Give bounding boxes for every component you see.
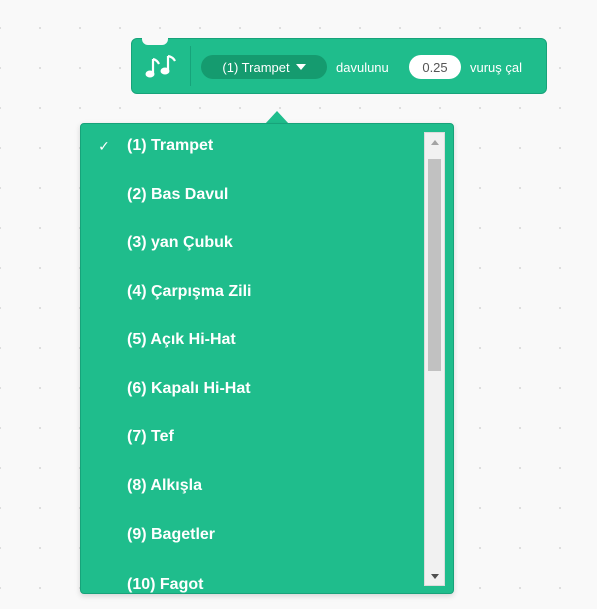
beats-input[interactable]: 0.25 bbox=[409, 55, 461, 79]
menu-item[interactable]: (10) Fagot bbox=[81, 563, 417, 593]
menu-item[interactable]: ✓ (1) Trampet bbox=[81, 124, 417, 168]
scroll-thumb[interactable] bbox=[428, 159, 441, 371]
menu-item[interactable]: (5) Açık Hi-Hat bbox=[81, 318, 417, 362]
menu-item[interactable]: (7) Tef bbox=[81, 415, 417, 459]
checkmark-icon: ✓ bbox=[98, 137, 110, 154]
menu-item-label: (3) yan Çubuk bbox=[127, 234, 233, 251]
menu-item-label: (2) Bas Davul bbox=[127, 186, 229, 203]
menu-item-label: (9) Bagetler bbox=[127, 526, 216, 543]
beats-value: 0.25 bbox=[422, 59, 448, 75]
drum-dropdown-menu: ✓ (1) Trampet (2) Bas Davul (3) yan Çubu… bbox=[80, 123, 454, 594]
menu-item[interactable]: (2) Bas Davul bbox=[81, 173, 417, 217]
scroll-down-icon[interactable] bbox=[425, 567, 444, 585]
music-notes-icon bbox=[144, 50, 180, 82]
scroll-up-icon[interactable] bbox=[425, 133, 444, 151]
menu-item-label: (5) Açık Hi-Hat bbox=[127, 331, 236, 348]
menu-item[interactable]: (8) Alkışla bbox=[81, 464, 417, 508]
menu-item-label: (6) Kapalı Hi-Hat bbox=[127, 380, 251, 397]
menu-item[interactable]: (3) yan Çubuk bbox=[81, 221, 417, 265]
menu-item[interactable]: (4) Çarpışma Zili bbox=[81, 270, 417, 314]
menu-item-label: (10) Fagot bbox=[127, 576, 204, 593]
dropdown-arrow-icon bbox=[295, 64, 306, 70]
menu-item-label: (8) Alkışla bbox=[127, 477, 202, 494]
drum-dropdown[interactable]: (1) Trampet bbox=[201, 55, 327, 79]
menu-item-label: (1) Trampet bbox=[127, 137, 214, 154]
menu-scrollbar[interactable] bbox=[424, 132, 445, 586]
menu-item[interactable]: (9) Bagetler bbox=[81, 513, 417, 557]
block-notch bbox=[142, 37, 168, 45]
block-text-drum: davulunu bbox=[336, 60, 389, 75]
block-separator bbox=[190, 46, 191, 86]
drum-dropdown-value: (1) Trampet bbox=[222, 59, 290, 75]
block-text-beats: vuruş çal bbox=[470, 60, 523, 75]
menu-item[interactable]: (6) Kapalı Hi-Hat bbox=[81, 367, 417, 411]
menu-item-label: (4) Çarpışma Zili bbox=[127, 283, 252, 300]
menu-item-label: (7) Tef bbox=[127, 428, 174, 445]
